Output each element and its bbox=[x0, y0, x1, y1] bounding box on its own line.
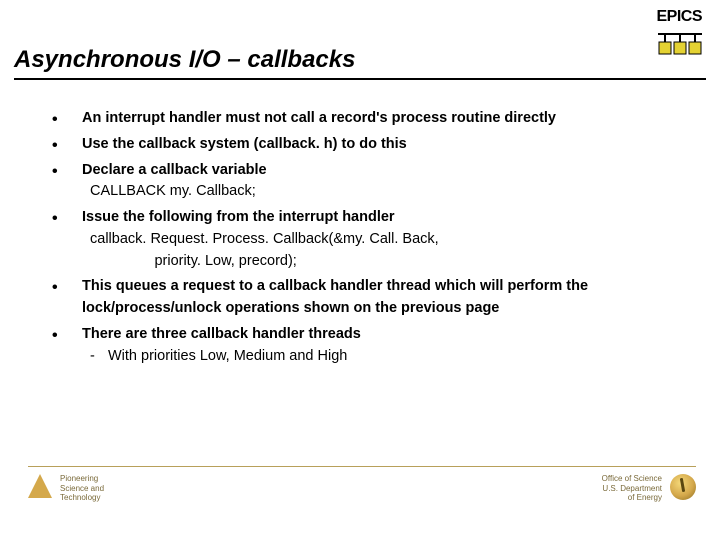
list-item: Declare a callback variable CALLBACK my.… bbox=[52, 160, 692, 204]
list-item: Issue the following from the interrupt h… bbox=[52, 207, 692, 272]
list-item: Use the callback system (callback. h) to… bbox=[52, 134, 692, 156]
sub-bullet: With priorities Low, Medium and High bbox=[82, 346, 692, 368]
footer-right-text: Office of Science U.S. Department of Ene… bbox=[602, 474, 662, 503]
bullet-text: There are three callback handler threads bbox=[82, 326, 361, 342]
bullet-list: An interrupt handler must not call a rec… bbox=[52, 108, 692, 371]
epics-label: EPICS bbox=[656, 8, 702, 26]
list-item: This queues a request to a callback hand… bbox=[52, 276, 692, 320]
title-underline bbox=[14, 78, 706, 80]
footer-right: Office of Science U.S. Department of Ene… bbox=[602, 474, 696, 503]
bullet-text: An interrupt handler must not call a rec… bbox=[82, 110, 556, 126]
footer-left: Pioneering Science and Technology bbox=[28, 474, 104, 503]
slide-footer: Pioneering Science and Technology Office… bbox=[0, 466, 720, 526]
title-container: Asynchronous I/O – callbacks bbox=[14, 46, 706, 80]
code-line: CALLBACK my. Callback; bbox=[90, 181, 692, 203]
argonne-logo-icon bbox=[28, 474, 52, 498]
footer-left-text: Pioneering Science and Technology bbox=[60, 474, 104, 503]
bullet-text: Use the callback system (callback. h) to… bbox=[82, 136, 407, 152]
bullet-text: Declare a callback variable bbox=[82, 162, 267, 178]
bullet-text: This queues a request to a callback hand… bbox=[82, 278, 588, 316]
footer-divider bbox=[28, 466, 696, 467]
list-item: An interrupt handler must not call a rec… bbox=[52, 108, 692, 130]
code-line: callback. Request. Process. Callback(&my… bbox=[90, 229, 692, 273]
office-of-science-logo-icon bbox=[670, 474, 696, 500]
slide-title: Asynchronous I/O – callbacks bbox=[14, 46, 706, 74]
list-item: There are three callback handler threads… bbox=[52, 324, 692, 368]
bullet-text: Issue the following from the interrupt h… bbox=[82, 209, 395, 225]
